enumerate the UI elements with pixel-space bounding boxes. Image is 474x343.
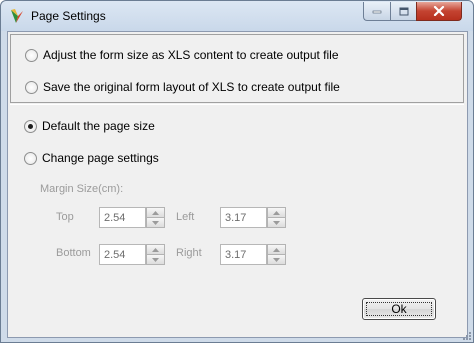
radio-default-page-size[interactable]: Default the page size bbox=[24, 118, 155, 134]
arrow-up-icon bbox=[152, 247, 159, 252]
right-margin-increment[interactable] bbox=[267, 244, 286, 255]
minimize-button[interactable] bbox=[363, 2, 390, 21]
ok-button-label: Ok bbox=[391, 302, 407, 316]
page-settings-dialog: Page Settings Adjust the form size as XL… bbox=[0, 0, 474, 343]
arrow-down-icon bbox=[152, 220, 159, 225]
right-margin-label: Right bbox=[176, 247, 202, 259]
arrow-up-icon bbox=[152, 210, 159, 215]
close-button[interactable] bbox=[416, 2, 462, 21]
bottom-margin-spinner[interactable] bbox=[99, 244, 165, 265]
left-margin-increment[interactable] bbox=[267, 207, 286, 218]
bottom-margin-decrement[interactable] bbox=[146, 255, 165, 265]
bottom-margin-increment[interactable] bbox=[146, 244, 165, 255]
radio-button-checked[interactable] bbox=[24, 119, 37, 133]
bottom-margin-label: Bottom bbox=[56, 247, 91, 259]
radio-label: Change page settings bbox=[42, 151, 159, 165]
minimize-icon bbox=[372, 10, 382, 14]
window-title: Page Settings bbox=[31, 9, 106, 23]
arrow-up-icon bbox=[273, 247, 280, 252]
left-margin-decrement[interactable] bbox=[267, 218, 286, 228]
radio-label: Default the page size bbox=[42, 119, 155, 133]
top-margin-label: Top bbox=[56, 211, 74, 223]
page-size-group: Default the page size Change page settin… bbox=[10, 104, 464, 289]
top-margin-spinner[interactable] bbox=[99, 207, 165, 228]
arrow-down-icon bbox=[273, 257, 280, 262]
maximize-button[interactable] bbox=[390, 2, 416, 21]
left-margin-label: Left bbox=[176, 211, 195, 223]
resize-grip-icon[interactable] bbox=[462, 331, 472, 341]
right-margin-input[interactable] bbox=[220, 244, 267, 265]
maximize-icon bbox=[399, 7, 408, 15]
top-margin-decrement[interactable] bbox=[146, 218, 165, 228]
radio-adjust-form-size[interactable]: Adjust the form size as XLS content to c… bbox=[25, 47, 339, 63]
left-margin-input[interactable] bbox=[220, 207, 267, 228]
title-bar[interactable]: Page Settings bbox=[1, 1, 473, 31]
arrow-down-icon bbox=[152, 257, 159, 262]
close-icon bbox=[433, 6, 445, 16]
layout-options-group: Adjust the form size as XLS content to c… bbox=[10, 34, 464, 103]
radio-button[interactable] bbox=[25, 80, 38, 94]
radio-button[interactable] bbox=[25, 48, 38, 62]
right-margin-spinner[interactable] bbox=[220, 244, 286, 265]
radio-button[interactable] bbox=[24, 151, 37, 165]
ok-button[interactable]: Ok bbox=[362, 298, 436, 320]
right-margin-decrement[interactable] bbox=[267, 255, 286, 265]
arrow-down-icon bbox=[273, 220, 280, 225]
radio-label: Adjust the form size as XLS content to c… bbox=[43, 48, 339, 62]
radio-save-original-layout[interactable]: Save the original form layout of XLS to … bbox=[25, 79, 340, 95]
margin-size-heading: Margin Size(cm): bbox=[40, 183, 124, 195]
arrow-up-icon bbox=[273, 210, 280, 215]
dialog-body: Adjust the form size as XLS content to c… bbox=[7, 31, 468, 338]
top-margin-input[interactable] bbox=[99, 207, 146, 228]
app-logo-icon bbox=[11, 9, 23, 23]
top-margin-increment[interactable] bbox=[146, 207, 165, 218]
radio-label: Save the original form layout of XLS to … bbox=[43, 80, 340, 94]
bottom-margin-input[interactable] bbox=[99, 244, 146, 265]
left-margin-spinner[interactable] bbox=[220, 207, 286, 228]
radio-change-page-settings[interactable]: Change page settings bbox=[24, 150, 159, 166]
